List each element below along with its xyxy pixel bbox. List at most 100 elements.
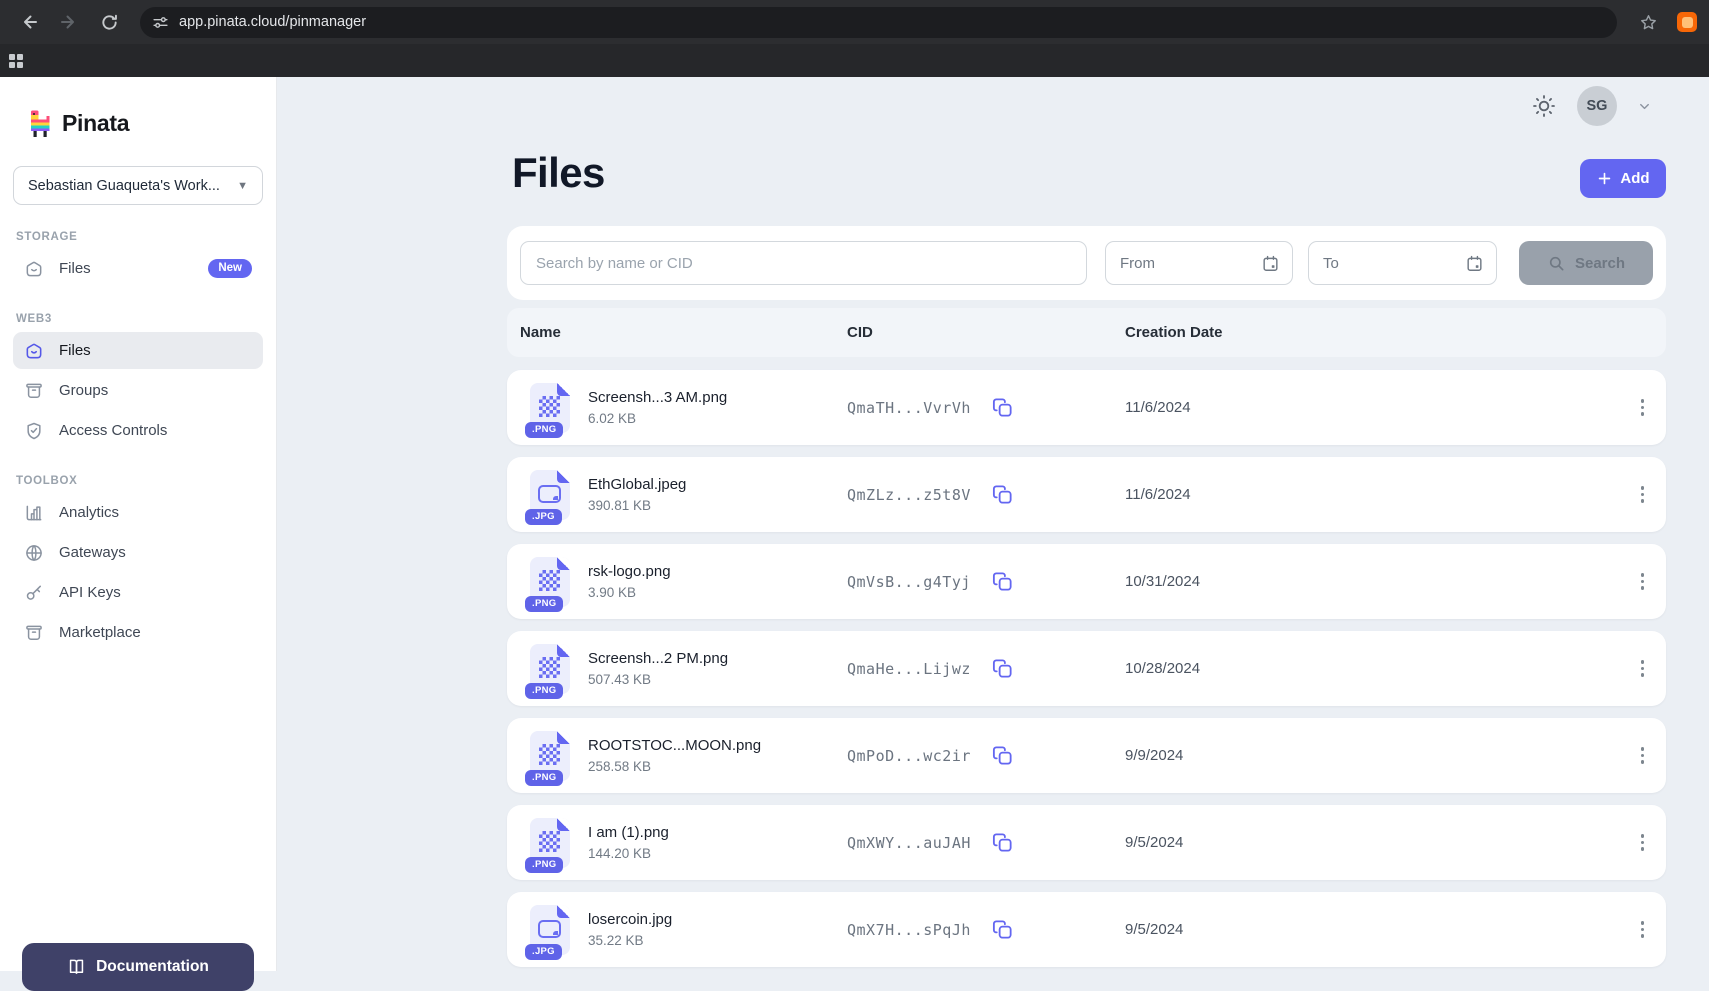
copy-icon [991,396,1014,419]
column-creation-date: Creation Date [1125,324,1606,341]
row-menu-kebab-icon[interactable] [1635,654,1651,683]
add-button[interactable]: Add [1580,159,1666,198]
file-size: 6.02 KB [588,411,727,426]
sidebar-item-files-storage[interactable]: Files New [13,250,263,287]
sidebar-item-analytics[interactable]: Analytics [13,494,263,531]
table-row[interactable]: .JPG EthGlobal.jpeg 390.81 KB QmZLz...z5… [507,457,1666,532]
page-title: Files [512,149,605,197]
table-row[interactable]: .PNG ROOTSTOC...MOON.png 258.58 KB QmPoD… [507,718,1666,793]
workspace-selector[interactable]: Sebastian Guaqueta's Work... ▼ [13,166,263,205]
search-button[interactable]: Search [1519,241,1653,285]
table-row[interactable]: .PNG I am (1).png 144.20 KB QmXWY...auJA… [507,805,1666,880]
jpg-photo-glyph [538,485,561,503]
table-row[interactable]: .PNG Screensh...3 AM.png 6.02 KB QmaTH..… [507,370,1666,445]
sidebar-item-groups[interactable]: Groups [13,372,263,409]
files-icon [24,341,44,361]
chevron-down-icon[interactable] [1637,99,1652,114]
plus-icon [1596,170,1613,187]
row-menu-kebab-icon[interactable] [1635,567,1651,596]
date-to-input[interactable] [1323,255,1465,272]
file-name-cell: .JPG EthGlobal.jpeg 390.81 KB [530,470,847,520]
cid-value: QmaHe...Lijwz [847,660,971,678]
row-menu-kebab-icon[interactable] [1635,915,1651,944]
documentation-button[interactable]: Documentation [22,943,254,991]
section-label-toolbox: TOOLBOX [16,475,276,487]
avatar[interactable]: SG [1577,86,1617,126]
file-name: ROOTSTOC...MOON.png [588,737,761,754]
copy-cid-button[interactable] [991,831,1014,854]
folded-corner [557,731,570,744]
file-type-badge: .JPG [525,944,562,960]
copy-icon [991,744,1014,767]
table-row[interactable]: .PNG rsk-logo.png 3.90 KB QmVsB...g4Tyj … [507,544,1666,619]
row-menu-kebab-icon[interactable] [1635,741,1651,770]
copy-cid-button[interactable] [991,570,1014,593]
file-name-cell: .PNG Screensh...3 AM.png 6.02 KB [530,383,847,433]
forward-icon[interactable] [52,5,86,39]
date-from-field[interactable] [1105,241,1293,285]
jpg-photo-glyph [538,920,561,938]
search-icon [1547,254,1566,273]
sidebar: Pinata Sebastian Guaqueta's Work... ▼ ST… [0,77,277,971]
search-input[interactable] [520,241,1087,285]
file-name: losercoin.jpg [588,911,672,928]
copy-cid-button[interactable] [991,744,1014,767]
cid-value: QmXWY...auJAH [847,834,971,852]
file-type-badge: .PNG [525,857,563,873]
pinata-app: Pinata Sebastian Guaqueta's Work... ▼ ST… [0,77,1709,971]
address-bar[interactable]: app.pinata.cloud/pinmanager [140,7,1617,38]
date-to-field[interactable] [1308,241,1497,285]
file-name-cell: .PNG I am (1).png 144.20 KB [530,818,847,868]
copy-cid-button[interactable] [991,396,1014,419]
bookmarks-strip [0,44,1709,77]
file-size: 35.22 KB [588,933,672,948]
copy-cid-button[interactable] [991,483,1014,506]
file-rows: .PNG Screensh...3 AM.png 6.02 KB QmaTH..… [507,370,1666,967]
file-type-badge: .JPG [525,509,562,525]
pinata-llama-icon [28,108,53,138]
sidebar-item-marketplace[interactable]: Marketplace [13,614,263,651]
sidebar-item-access-controls[interactable]: Access Controls [13,412,263,449]
folded-corner [557,383,570,396]
file-type-badge: .PNG [525,683,563,699]
theme-sun-icon[interactable] [1531,93,1557,119]
sidebar-item-label: Files [59,342,91,359]
row-menu-kebab-icon[interactable] [1635,828,1651,857]
png-checker-glyph [539,831,560,852]
calendar-icon[interactable] [1465,254,1484,273]
file-name: rsk-logo.png [588,563,671,580]
row-menu-kebab-icon[interactable] [1635,393,1651,422]
site-settings-icon[interactable] [152,14,169,31]
folded-corner [557,557,570,570]
date-from-input[interactable] [1120,255,1261,272]
sidebar-item-gateways[interactable]: Gateways [13,534,263,571]
copy-cid-button[interactable] [991,657,1014,680]
sidebar-item-label: Files [59,260,91,277]
key-icon [24,583,44,603]
bookmark-star-icon[interactable] [1631,5,1665,39]
marketplace-bin-icon [24,623,44,643]
copy-cid-button[interactable] [991,918,1014,941]
calendar-icon[interactable] [1261,254,1280,273]
table-row[interactable]: .PNG Screensh...2 PM.png 507.43 KB QmaHe… [507,631,1666,706]
folded-corner [557,818,570,831]
cid-cell: QmX7H...sPqJh [847,918,1125,941]
table-row[interactable]: .JPG losercoin.jpg 35.22 KB QmX7H...sPqJ… [507,892,1666,967]
file-type-icon: .PNG [530,557,570,607]
file-type-badge: .PNG [525,422,563,438]
top-right-cluster: SG [1531,85,1652,127]
apps-grid-icon[interactable] [9,54,23,68]
column-name: Name [520,324,847,341]
pinata-extension-icon[interactable] [1677,12,1697,32]
folded-corner [557,644,570,657]
sidebar-item-files-web3[interactable]: Files [13,332,263,369]
sidebar-item-api-keys[interactable]: API Keys [13,574,263,611]
pinata-logo[interactable]: Pinata [28,108,276,138]
creation-date: 9/5/2024 [1125,834,1606,851]
back-icon[interactable] [12,5,46,39]
reload-icon[interactable] [92,5,126,39]
creation-date: 9/9/2024 [1125,747,1606,764]
row-menu-kebab-icon[interactable] [1635,480,1651,509]
file-name-cell: .JPG losercoin.jpg 35.22 KB [530,905,847,955]
file-name: EthGlobal.jpeg [588,476,686,493]
